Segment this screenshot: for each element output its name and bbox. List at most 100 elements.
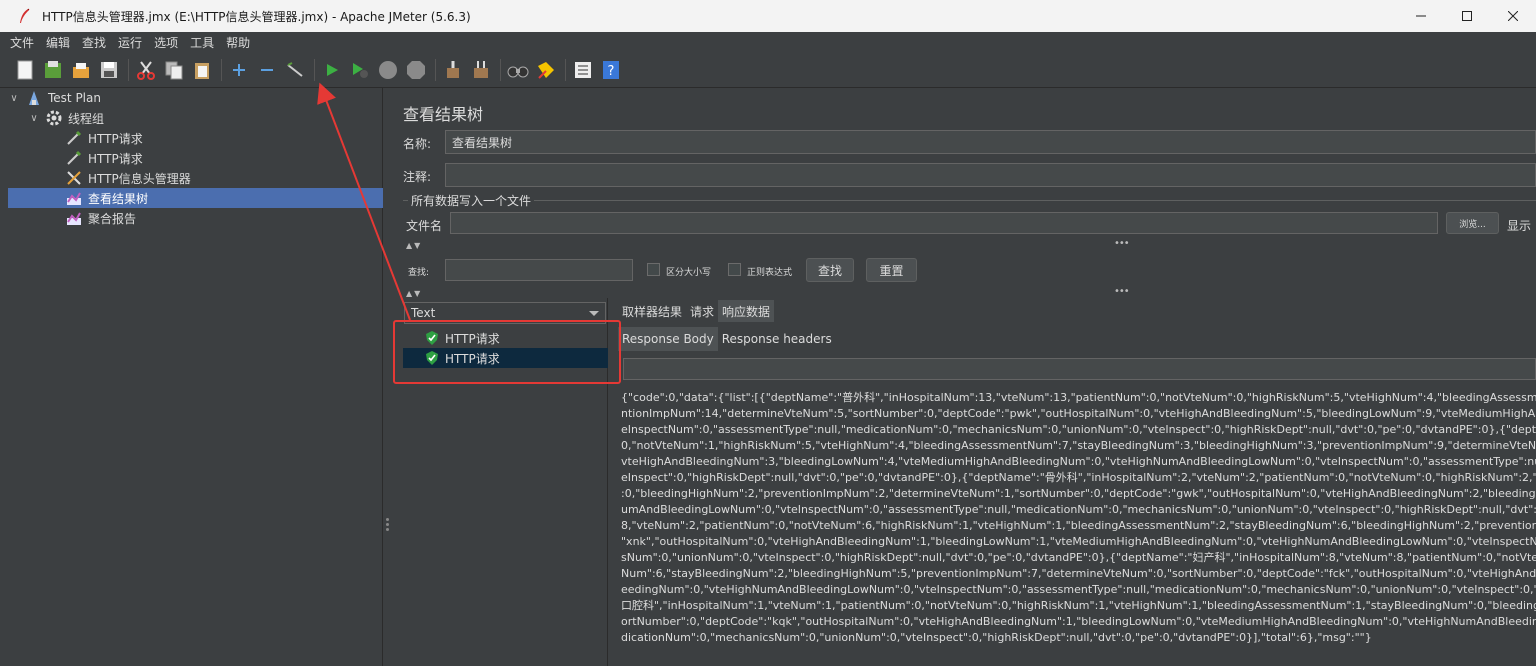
pipette-icon (66, 130, 82, 146)
tree-item-http-request[interactable]: HTTP请求 (66, 148, 383, 168)
toggle-icon[interactable] (284, 59, 306, 81)
svg-text:?: ? (608, 64, 615, 79)
collapse-arrows-icon[interactable]: ▲▼ (406, 241, 422, 250)
renderer-value: Text (411, 306, 436, 320)
chevron-down-icon[interactable]: ∨ (8, 93, 20, 104)
case-sensitive-label: 区分大小写 (666, 268, 712, 278)
tab-response-data[interactable]: 响应数据 (718, 300, 775, 322)
toolbar-separator (314, 58, 315, 81)
help-icon[interactable]: ? (600, 59, 622, 81)
tab-response-body[interactable]: Response Body (618, 327, 718, 351)
clear-all-icon[interactable] (470, 59, 492, 81)
response-search-field[interactable] (623, 358, 1536, 380)
filename-field[interactable] (450, 212, 1438, 234)
minimize-icon[interactable] (1398, 0, 1444, 32)
response-body-line: sNum":0,"unionNum":0,"vteInspect":0,"hig… (621, 551, 1536, 564)
maximize-icon[interactable] (1444, 0, 1490, 32)
start-no-pauses-icon[interactable] (349, 59, 371, 81)
toolbar: ? (0, 52, 1536, 88)
browse-button[interactable]: 浏览... (1446, 212, 1499, 234)
toolbar-separator (500, 58, 501, 81)
close-icon[interactable] (1490, 0, 1536, 32)
find-button[interactable]: 查找 (806, 258, 854, 282)
tree-item-header-manager[interactable]: HTTP信息头管理器 (66, 168, 383, 188)
result-tabs: 取样器结果 请求 响应数据 (618, 300, 775, 322)
tree-item-label: HTTP请求 (88, 151, 143, 166)
case-sensitive-checkbox[interactable] (647, 263, 660, 276)
menu-edit[interactable]: 编辑 (40, 34, 76, 51)
toolbar-separator (128, 58, 129, 81)
pipette-icon (66, 150, 82, 166)
menu-tools[interactable]: 工具 (184, 34, 220, 51)
renderer-select[interactable]: Text (404, 302, 606, 324)
name-field[interactable]: 查看结果树 (445, 130, 1536, 154)
sample-label: HTTP请求 (445, 331, 500, 346)
tools-icon (66, 170, 82, 186)
sample-row[interactable]: HTTP请求 (403, 328, 608, 348)
response-body-line: umAndBleedingLowNum":0,"vteInspectNum":0… (621, 503, 1536, 516)
comment-label: 注释: (403, 170, 432, 184)
clear-icon[interactable] (442, 59, 464, 81)
vertical-splitter[interactable] (383, 88, 392, 666)
menu-help[interactable]: 帮助 (220, 34, 256, 51)
search-label: 查找: (408, 268, 430, 278)
toolbar-separator (565, 58, 566, 81)
save-icon[interactable] (98, 59, 120, 81)
sample-row-selected[interactable]: HTTP请求 (403, 348, 608, 368)
expand-icon[interactable] (228, 59, 250, 81)
display-label: 显示 (1507, 219, 1532, 233)
chart-icon (66, 190, 82, 206)
collapse-arrows-icon[interactable]: ▲▼ (406, 289, 422, 298)
templates-icon[interactable] (42, 59, 64, 81)
cut-icon[interactable] (135, 59, 157, 81)
reset-search-icon[interactable] (535, 59, 557, 81)
open-icon[interactable] (70, 59, 92, 81)
copy-icon[interactable] (163, 59, 185, 81)
success-shield-icon (425, 351, 439, 365)
start-icon[interactable] (321, 59, 343, 81)
title-bar: HTTP信息头管理器.jmx (E:\HTTP信息头管理器.jmx) - Apa… (0, 0, 1536, 32)
menu-options[interactable]: 选项 (148, 34, 184, 51)
tree-item-label: HTTP信息头管理器 (88, 171, 191, 186)
tree-item-view-results-tree[interactable]: 查看结果树 (8, 188, 383, 208)
panel-title: 查看结果树 (403, 105, 484, 124)
comment-field[interactable] (445, 163, 1536, 187)
response-body-text[interactable]: {"code":0,"data":{"list":[{"deptName":"普… (621, 390, 1536, 660)
response-subtabs: Response Body Response headers (618, 327, 836, 351)
response-body-line: "xnk","outHospitalNum":0,"vteHighAndBlee… (621, 535, 1536, 548)
response-body-line: eInspectNum":0,"assessmentType":null,"me… (621, 423, 1536, 436)
collapse-icon[interactable] (256, 59, 278, 81)
chevron-down-icon[interactable]: ∨ (28, 113, 40, 124)
search-icon[interactable] (507, 59, 529, 81)
tree-item-thread-group[interactable]: ∨ 线程组 (28, 108, 383, 128)
menu-run[interactable]: 运行 (112, 34, 148, 51)
chevron-down-icon (589, 311, 599, 316)
tree-item-aggregate-report[interactable]: 聚合报告 (66, 208, 383, 228)
new-icon[interactable] (14, 59, 36, 81)
response-body-line: eedingNum":0,"vteHighNumAndBleedingLowNu… (621, 583, 1536, 596)
tab-sampler-result[interactable]: 取样器结果 (618, 300, 686, 322)
search-field[interactable] (445, 259, 633, 281)
horizontal-splitter[interactable]: ▲▼ ••• (392, 238, 1536, 250)
tree-item-test-plan[interactable]: ∨ Test Plan (8, 88, 383, 108)
function-helper-icon[interactable] (572, 59, 594, 81)
paste-icon[interactable] (191, 59, 213, 81)
response-body-line: {"code":0,"data":{"list":[{"deptName":"普… (621, 391, 1536, 404)
name-label: 名称: (403, 137, 432, 151)
filename-label: 文件名 (406, 219, 443, 233)
reset-button[interactable]: 重置 (866, 258, 917, 282)
test-plan-icon (26, 90, 42, 106)
shutdown-icon[interactable] (405, 59, 427, 81)
response-body-line: 0,"notVteNum":1,"highRiskNum":5,"vteHigh… (621, 439, 1536, 452)
toolbar-separator (221, 58, 222, 81)
tab-request[interactable]: 请求 (686, 300, 718, 322)
stop-icon[interactable] (377, 59, 399, 81)
menu-file[interactable]: 文件 (4, 34, 40, 51)
tab-response-headers[interactable]: Response headers (718, 327, 836, 351)
regex-checkbox[interactable] (728, 263, 741, 276)
response-body-line: dicationNum":0,"mechanicsNum":0,"unionNu… (621, 631, 1372, 644)
tree-item-http-request[interactable]: HTTP请求 (66, 128, 383, 148)
menu-search[interactable]: 查找 (76, 34, 112, 51)
view-results-tree-panel: 查看结果树 名称: 查看结果树 注释: 所有数据写入一个文件 文件名 浏览...… (392, 88, 1536, 666)
horizontal-splitter[interactable]: ▲▼ ••• (392, 286, 1536, 298)
